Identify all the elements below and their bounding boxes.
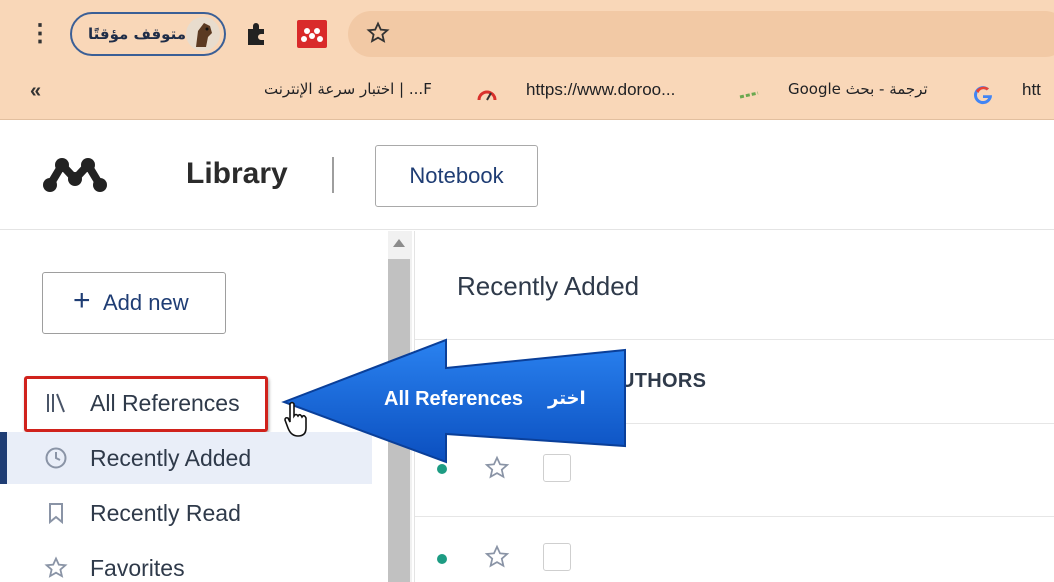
- authors-column-header[interactable]: UTHORS: [620, 370, 706, 393]
- bookmark-star-icon[interactable]: [366, 21, 390, 45]
- doroo-icon: [738, 84, 760, 106]
- profile-button[interactable]: متوقف مؤقتًا: [70, 12, 226, 56]
- browser-toolbar: ⋮ متوقف مؤقتًا: [0, 0, 1054, 66]
- scroll-up-icon[interactable]: [393, 239, 405, 247]
- app-header: Library Notebook: [0, 121, 1054, 230]
- clock-icon: [44, 446, 68, 470]
- sidebar-item-recently-read[interactable]: Recently Read: [0, 487, 372, 539]
- bookmarks-overflow-icon[interactable]: «: [30, 80, 41, 103]
- bookmark-doroo[interactable]: https://www.doroo...: [526, 80, 675, 104]
- library-title[interactable]: Library: [186, 157, 288, 191]
- profile-label: متوقف مؤقتًا: [88, 25, 186, 43]
- extensions-icon[interactable]: [243, 20, 271, 48]
- highlight-box: [24, 376, 268, 432]
- star-icon: [44, 556, 68, 580]
- address-bar[interactable]: [348, 11, 1054, 57]
- bookmark-speedtest[interactable]: F... | اختبار سرعة الإنترنت: [264, 80, 432, 104]
- favorite-star-icon[interactable]: [484, 544, 510, 570]
- unread-dot: [437, 464, 447, 474]
- row-checkbox[interactable]: [543, 543, 571, 571]
- sidebar-item-label: Recently Read: [90, 500, 241, 526]
- bookmarks-bar: « F... | اختبار سرعة الإنترنت https://ww…: [0, 66, 1054, 120]
- profile-avatar: [186, 17, 220, 51]
- unread-dot: [437, 554, 447, 564]
- bookmark-truncated[interactable]: htt: [1022, 80, 1041, 104]
- sidebar-item-label: Recently Added: [90, 445, 252, 471]
- sidebar-item-label: Favorites: [90, 555, 185, 581]
- plus-icon: +: [73, 284, 91, 317]
- bookmark-google-translate[interactable]: ترجمة - بحث Google: [788, 80, 928, 104]
- header-divider: [332, 157, 334, 193]
- active-indicator: [0, 432, 7, 484]
- add-new-label: Add new: [103, 290, 189, 315]
- divider: [415, 516, 1054, 517]
- bookmark-icon: [44, 501, 68, 525]
- mendeley-logo-icon[interactable]: [40, 151, 110, 197]
- browser-menu-icon[interactable]: ⋮: [28, 22, 52, 48]
- add-new-button[interactable]: + Add new: [42, 272, 226, 334]
- google-icon: [972, 84, 994, 106]
- notebook-button[interactable]: Notebook: [375, 145, 538, 207]
- sidebar-item-favorites[interactable]: Favorites: [0, 542, 372, 582]
- callout-arabic-label: اختر: [548, 388, 586, 409]
- mendeley-extension-icon[interactable]: [297, 20, 327, 48]
- main-title: Recently Added: [457, 271, 640, 301]
- speedtest-icon: [476, 84, 498, 106]
- hand-cursor-icon: [282, 400, 312, 440]
- callout-label: All References: [384, 388, 523, 410]
